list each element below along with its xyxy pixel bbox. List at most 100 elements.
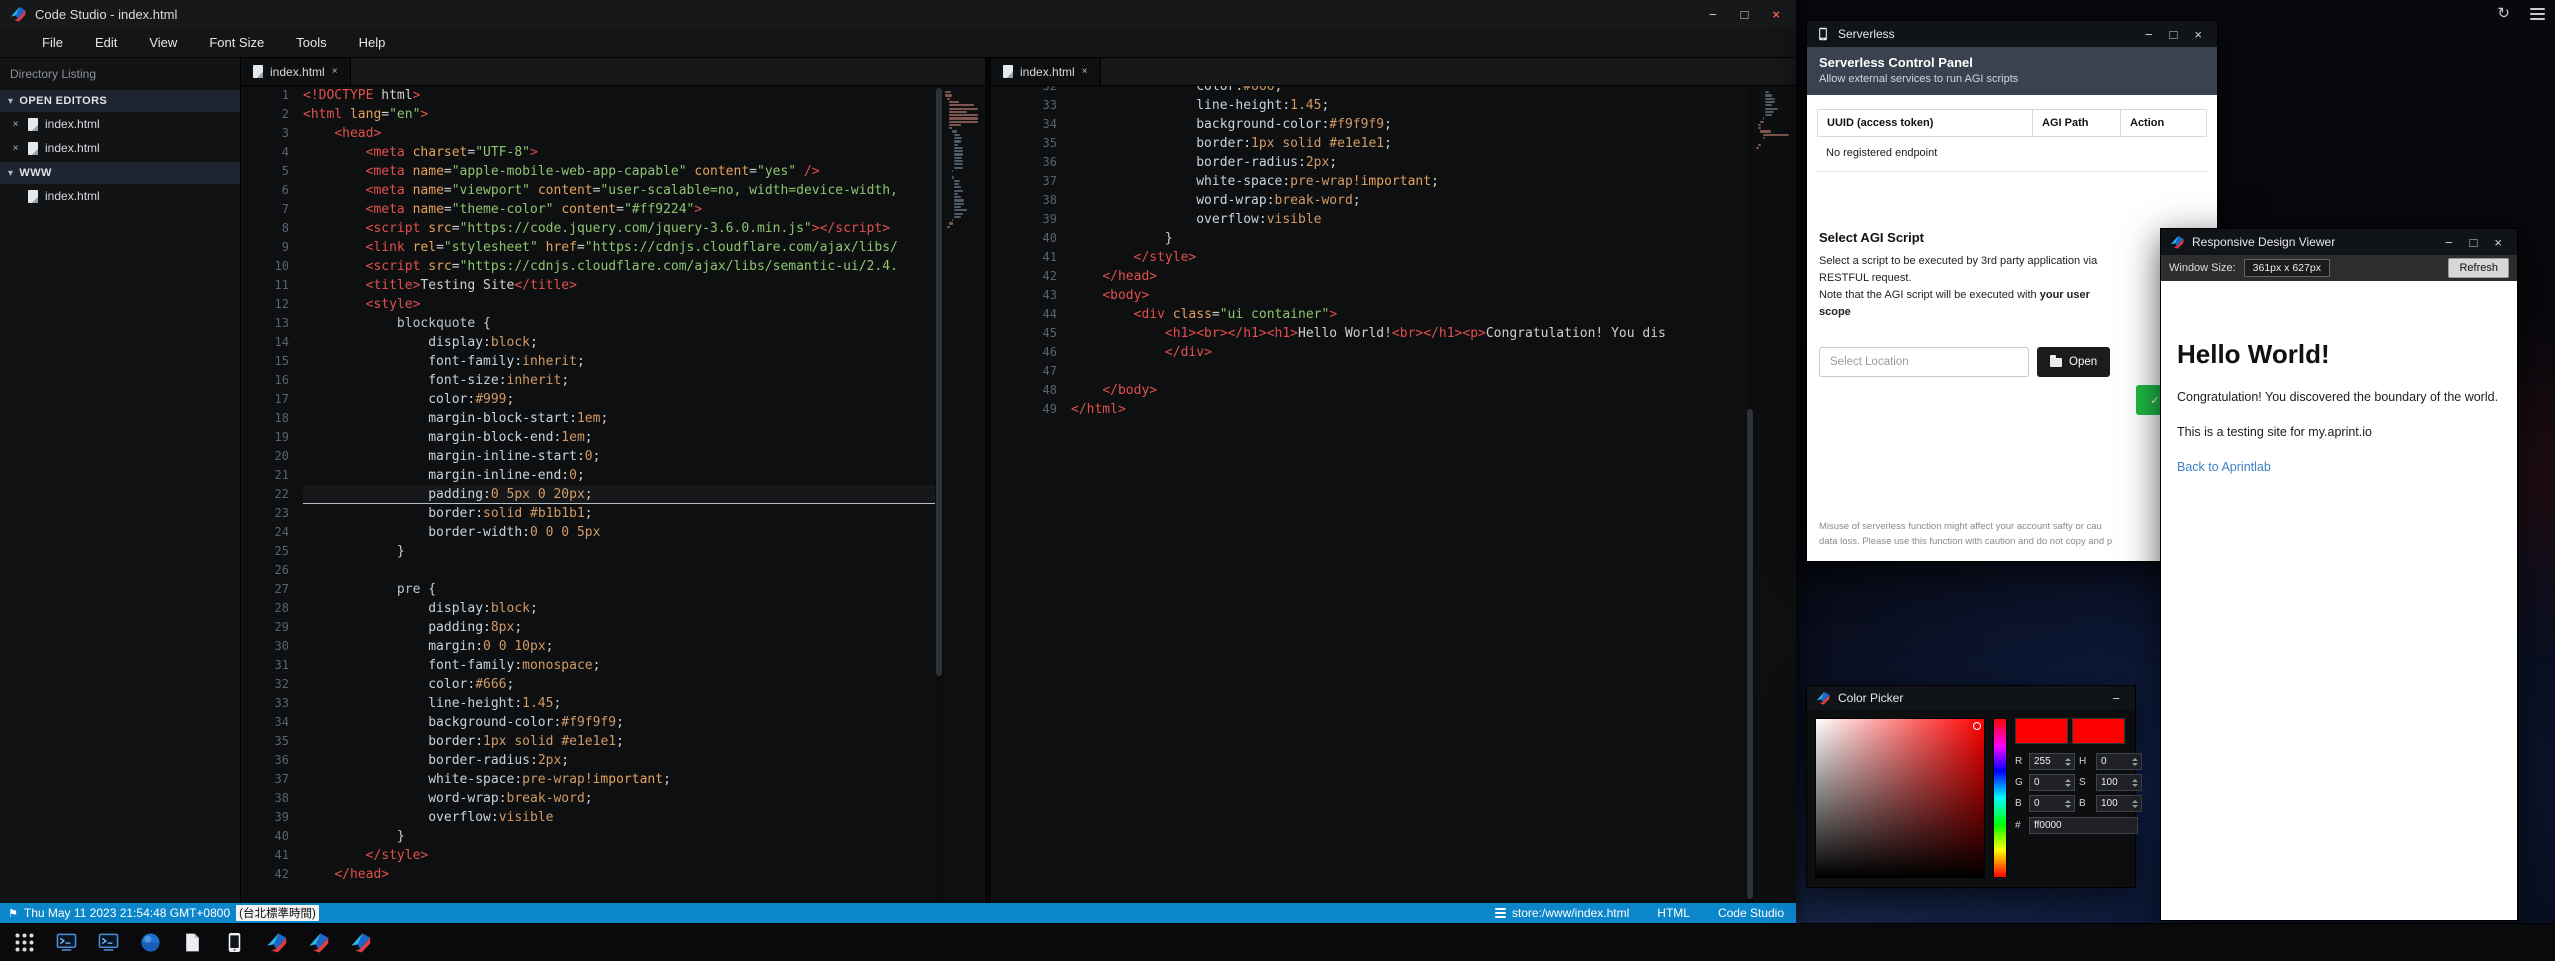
- close-icon[interactable]: ×: [10, 119, 21, 130]
- viewer-toolbar: Window Size: 361px x 627px Refresh: [2161, 255, 2517, 281]
- viewer-title-bar[interactable]: Responsive Design Viewer − □ ×: [2161, 229, 2517, 255]
- status-file[interactable]: store:/www/index.html: [1495, 906, 1629, 920]
- color-picker-window: Color Picker − R255H0G0S100B0B100 # ff00…: [1806, 685, 2136, 888]
- taskbar-terminal-icon[interactable]: [56, 932, 77, 953]
- minimize-button[interactable]: −: [1709, 8, 1717, 21]
- taskbar-serverless-icon[interactable]: [224, 932, 245, 953]
- menu-view[interactable]: View: [149, 35, 177, 50]
- refresh-icon[interactable]: ↻: [2497, 6, 2510, 21]
- window-size-label: Window Size:: [2169, 262, 2236, 274]
- scrollbar[interactable]: [935, 86, 943, 903]
- file-name: index.html: [45, 189, 100, 203]
- hue-slider[interactable]: [1993, 718, 2007, 878]
- page-spacer: [2177, 281, 2501, 339]
- warning-line: Misuse of serverless function might affe…: [1819, 519, 2205, 534]
- scrollbar-thumb[interactable]: [1747, 409, 1753, 899]
- minimize-button[interactable]: −: [2445, 236, 2453, 249]
- color-field-h-1[interactable]: 0: [2096, 753, 2142, 770]
- taskbar-studio-icon[interactable]: [308, 932, 329, 953]
- sidebar-item-index.html[interactable]: ×index.html: [0, 136, 240, 160]
- color-field-b-5[interactable]: 100: [2096, 795, 2142, 812]
- color-field-label: B: [2079, 798, 2092, 809]
- taskbar-studio-icon[interactable]: [350, 932, 371, 953]
- taskbar-browser-icon[interactable]: [140, 932, 161, 953]
- scrollbar-thumb[interactable]: [936, 88, 942, 676]
- sidebar-section-open-editors[interactable]: ▾OPEN EDITORS: [0, 90, 240, 112]
- description-bold: your user: [2040, 289, 2090, 301]
- close-button[interactable]: ×: [2194, 28, 2202, 41]
- maximize-button[interactable]: □: [2470, 236, 2478, 249]
- spinner-icon[interactable]: [2130, 779, 2139, 787]
- taskbar-studio-icon[interactable]: [266, 932, 287, 953]
- sidebar-section-www[interactable]: ▾WWW: [0, 162, 240, 184]
- menu-file[interactable]: File: [42, 35, 63, 50]
- menu-help[interactable]: Help: [359, 35, 386, 50]
- color-picker-title-bar[interactable]: Color Picker −: [1807, 686, 2135, 710]
- script-location-select[interactable]: Select Location: [1819, 347, 2029, 377]
- serverless-table-header: UUID (access token)AGI PathAction: [1817, 109, 2207, 137]
- maximize-button[interactable]: □: [1741, 8, 1749, 21]
- serverless-title-bar[interactable]: Serverless − □ ×: [1807, 21, 2217, 47]
- taskbar-terminal-icon[interactable]: [98, 932, 119, 953]
- close-button[interactable]: ×: [1772, 8, 1780, 21]
- menu-tools[interactable]: Tools: [296, 35, 326, 50]
- title-bar[interactable]: Code Studio - index.html − □ ×: [0, 0, 1796, 28]
- tab-index-html[interactable]: index.html ×: [991, 58, 1101, 85]
- saturation-value-picker[interactable]: [1815, 718, 1985, 878]
- spinner-icon[interactable]: [2130, 800, 2139, 808]
- sidebar-item-index.html[interactable]: index.html: [0, 184, 240, 208]
- code-editor-left[interactable]: 1234567891011121314151617181920212223242…: [241, 86, 985, 903]
- close-icon[interactable]: ×: [10, 143, 21, 154]
- maximize-button[interactable]: □: [2170, 28, 2178, 41]
- color-field-s-3[interactable]: 100: [2096, 774, 2142, 791]
- window-size-input[interactable]: 361px x 627px: [2244, 259, 2330, 277]
- storage-icon: [1495, 908, 1506, 918]
- spinner-icon[interactable]: [2063, 779, 2072, 787]
- code-content[interactable]: color:#666; line-height:1.45; background…: [1071, 86, 1746, 419]
- refresh-button[interactable]: Refresh: [2448, 258, 2509, 278]
- picker-cursor-icon[interactable]: [1973, 722, 1981, 730]
- menu-edit[interactable]: Edit: [95, 35, 117, 50]
- script-actions: Select Location Open: [1819, 347, 2205, 377]
- menu-icon[interactable]: [2530, 8, 2545, 20]
- code-content[interactable]: <!DOCTYPE html><html lang="en"> <head> <…: [303, 86, 935, 884]
- minimize-button[interactable]: −: [2145, 28, 2153, 41]
- code-editor-right[interactable]: 323334353637383940414243444546474849 col…: [991, 86, 1796, 903]
- color-swatches: [2015, 718, 2142, 744]
- panel-title: Serverless Control Panel: [1819, 55, 2205, 70]
- tab-close-icon[interactable]: ×: [1082, 66, 1088, 77]
- status-language[interactable]: HTML: [1657, 906, 1690, 920]
- hex-input[interactable]: ff0000: [2029, 817, 2138, 834]
- spinner-icon[interactable]: [2130, 758, 2139, 766]
- back-link[interactable]: Back to Aprintlab: [2177, 460, 2271, 474]
- minimap[interactable]: [1754, 86, 1796, 903]
- minimize-button[interactable]: −: [2112, 692, 2120, 705]
- page-paragraph: This is a testing site for my.aprint.io: [2177, 423, 2501, 442]
- taskbar-launcher-icon[interactable]: [14, 932, 35, 953]
- flag-icon: ⚑: [8, 907, 18, 920]
- sidebar-sections: ▾OPEN EDITORS×index.html×index.html▾WWWi…: [0, 90, 240, 208]
- color-field-g-2[interactable]: 0: [2029, 774, 2075, 791]
- status-app-name: Code Studio: [1718, 906, 1784, 920]
- taskbar-file-icon[interactable]: [182, 932, 203, 953]
- serverless-window-title: Serverless: [1838, 27, 1895, 41]
- color-field-r-0[interactable]: 255: [2029, 753, 2075, 770]
- serverless-app-icon: [1816, 27, 1830, 41]
- tab-bar-left: index.html ×: [241, 58, 985, 86]
- color-fields: R255H0G0S100B0B100: [2015, 753, 2142, 812]
- sidebar-item-index.html[interactable]: ×index.html: [0, 112, 240, 136]
- minimap[interactable]: [943, 86, 985, 903]
- serverless-panel-header: Serverless Control Panel Allow external …: [1807, 47, 2217, 95]
- hex-value: ff0000: [2034, 820, 2135, 831]
- menu-font-size[interactable]: Font Size: [209, 35, 264, 50]
- open-button[interactable]: Open: [2037, 347, 2110, 377]
- tab-close-icon[interactable]: ×: [332, 66, 338, 77]
- scrollbar[interactable]: [1746, 86, 1754, 903]
- chevron-down-icon: ▾: [8, 168, 13, 179]
- close-button[interactable]: ×: [2494, 236, 2502, 249]
- tab-index-html[interactable]: index.html ×: [241, 58, 351, 85]
- spinner-icon[interactable]: [2063, 800, 2072, 808]
- color-field-b-4[interactable]: 0: [2029, 795, 2075, 812]
- color-field-label: G: [2015, 777, 2025, 788]
- spinner-icon[interactable]: [2063, 758, 2072, 766]
